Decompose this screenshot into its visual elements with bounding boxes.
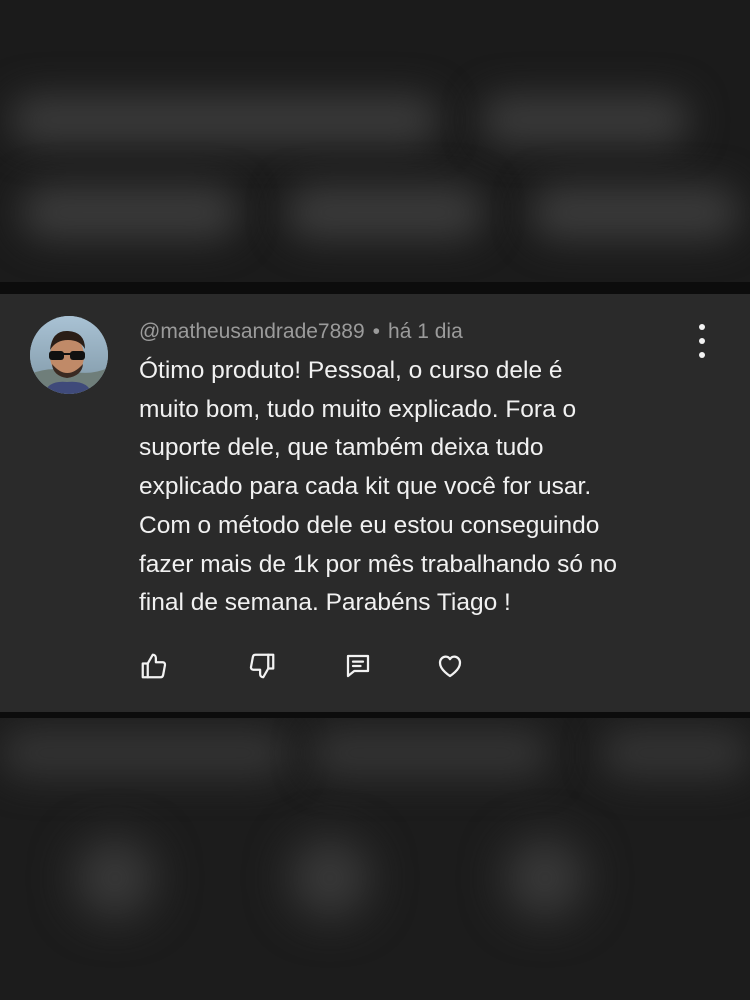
like-button[interactable] [137, 649, 171, 683]
comment-card: @matheusandrade7889 • há 1 dia Ótimo produ… [0, 294, 750, 712]
thumbs-up-icon [141, 653, 167, 679]
comment-text: Ótimo produto! Pessoal, o curso dele é m… [139, 352, 729, 623]
avatar[interactable] [30, 316, 108, 394]
blurred-content-top [0, 0, 750, 282]
comment-line: explicado para cada kit que você for usa… [139, 473, 592, 501]
dislike-button[interactable] [245, 649, 279, 683]
comment-meta: @matheusandrade7889 • há 1 dia [139, 320, 463, 344]
reply-icon [346, 654, 370, 678]
comment-line: Ótimo produto! Pessoal, o curso dele é [139, 357, 563, 384]
divider [0, 282, 750, 294]
comment-line: fazer mais de 1k por mês trabalhando só … [139, 550, 618, 578]
comment-line: suporte dele, que também deixa tudo [139, 434, 544, 462]
blurred-content-bottom [0, 718, 750, 1000]
comment-actions [0, 649, 750, 689]
timestamp: há 1 dia [388, 320, 463, 343]
reply-button[interactable] [341, 649, 375, 683]
heart-button[interactable] [433, 649, 467, 683]
comment-line: final de semana. Parabéns Tiago ! [139, 589, 511, 617]
comment-line: Com o método dele eu estou conseguindo [139, 511, 600, 539]
comment-line: muito bom, tudo muito explicado. Fora o [139, 395, 577, 423]
username[interactable]: @matheusandrade7889 [139, 320, 365, 343]
separator: • [372, 320, 381, 343]
thumbs-down-icon [249, 653, 275, 679]
heart-icon [438, 655, 462, 678]
